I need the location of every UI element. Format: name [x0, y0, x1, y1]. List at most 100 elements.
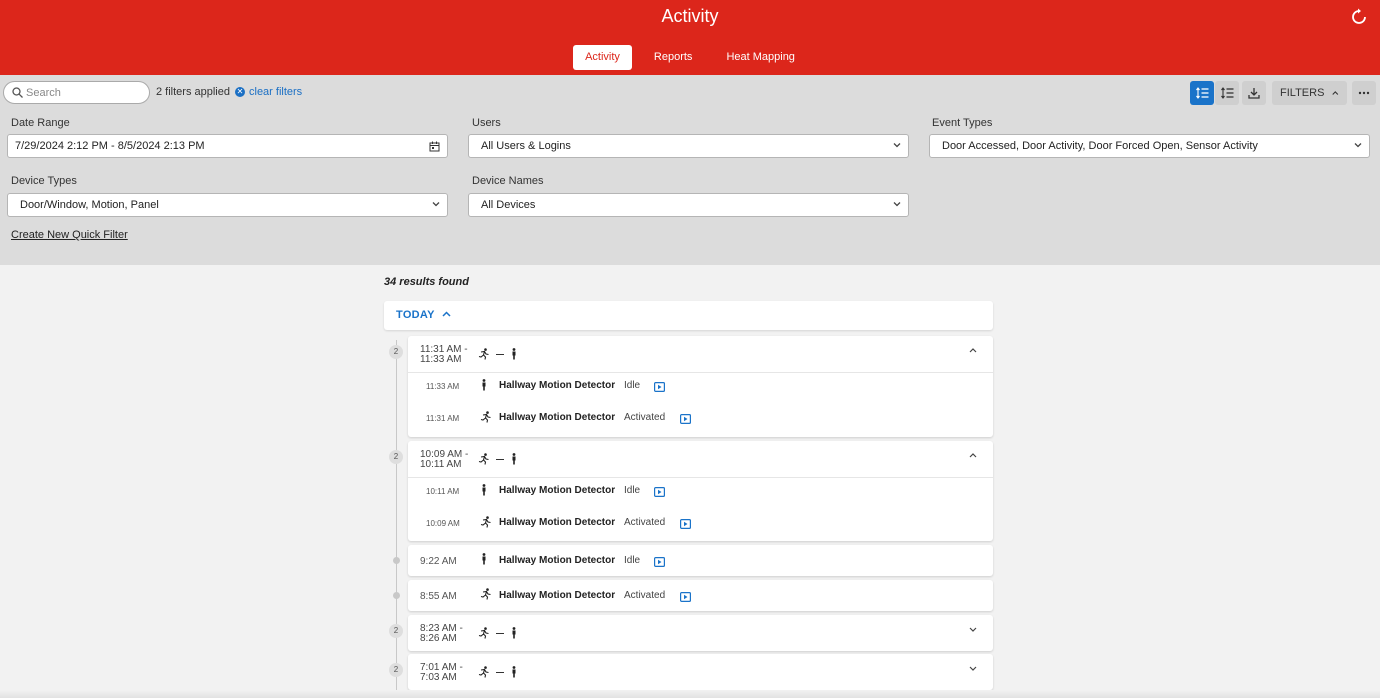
device-types-label: Device Types	[11, 175, 77, 187]
device-names-label: Device Names	[472, 175, 544, 187]
person-running-icon	[478, 453, 489, 465]
timeline-line	[396, 340, 397, 698]
group-count-badge: 2	[389, 663, 403, 677]
chevron-down-icon	[893, 202, 901, 207]
device-names-value: All Devices	[481, 199, 536, 211]
event-status: Idle	[624, 555, 641, 566]
event-row: 9:22 AM Hallway Motion Detector Idle	[408, 545, 993, 575]
device-name: Hallway Motion Detector	[499, 412, 616, 423]
event-group-header[interactable]: 11:31 AM - 11:33 AM	[408, 336, 993, 373]
users-select[interactable]: All Users & Logins	[468, 134, 909, 158]
event-row[interactable]: 10:11 AM Hallway Motion Detector Idle	[408, 478, 993, 508]
event-row[interactable]: 10:09 AM Hallway Motion Detector Activat…	[408, 510, 993, 540]
video-clip-icon[interactable]	[680, 592, 691, 602]
search-input[interactable]	[26, 85, 141, 101]
dash-separator	[496, 632, 504, 634]
calendar-icon	[429, 141, 440, 152]
today-label: TODAY	[396, 309, 435, 321]
more-icon	[1358, 91, 1370, 95]
group-time-range: 10:09 AM - 10:11 AM	[420, 450, 476, 470]
event-group-card: 10:09 AM - 10:11 AM 10:11 AM Hallway Mot…	[408, 441, 993, 541]
event-row: 8:55 AM Hallway Motion Detector Activate…	[408, 580, 993, 610]
chevron-up-icon	[969, 348, 977, 353]
device-name: Hallway Motion Detector	[499, 555, 616, 566]
device-name: Hallway Motion Detector	[499, 517, 616, 528]
group-time-end: 7:03 AM	[420, 672, 457, 683]
users-value: All Users & Logins	[481, 140, 571, 152]
date-range-field[interactable]: 7/29/2024 2:12 PM - 8/5/2024 2:13 PM	[7, 134, 448, 158]
event-group-header[interactable]: 10:09 AM - 10:11 AM	[408, 441, 993, 478]
event-card[interactable]: 8:55 AM Hallway Motion Detector Activate…	[408, 580, 993, 611]
event-types-value: Door Accessed, Door Activity, Door Force…	[942, 140, 1258, 152]
results-count: 34 results found	[384, 276, 469, 288]
video-clip-icon[interactable]	[680, 519, 691, 529]
person-standing-icon	[482, 553, 486, 565]
clear-filters-link[interactable]: ✕ clear filters	[235, 86, 302, 98]
timeline-dot	[393, 557, 400, 564]
dash-separator	[496, 353, 504, 355]
tab-heat-mapping[interactable]: Heat Mapping	[714, 45, 807, 70]
person-running-icon	[478, 348, 489, 360]
device-name: Hallway Motion Detector	[499, 485, 616, 496]
group-icons	[478, 453, 518, 465]
today-section-header[interactable]: TODAY	[384, 301, 993, 330]
event-time: 9:22 AM	[420, 556, 457, 567]
filters-button-label: FILTERS	[1280, 87, 1325, 99]
download-icon	[1248, 88, 1260, 99]
chevron-down-icon	[1354, 143, 1362, 148]
list-view-button[interactable]	[1190, 81, 1214, 105]
event-row[interactable]: 11:31 AM Hallway Motion Detector Activat…	[408, 405, 993, 435]
chevron-up-icon	[969, 453, 977, 458]
event-status: Activated	[624, 517, 666, 528]
event-group-card-collapsed[interactable]: 7:01 AM - 7:03 AM	[408, 654, 993, 690]
person-running-icon	[478, 627, 489, 639]
video-clip-icon[interactable]	[654, 382, 665, 392]
chevron-down-icon	[432, 202, 440, 207]
compact-view-icon	[1220, 87, 1233, 99]
event-time: 11:33 AM	[426, 382, 460, 391]
filters-toggle-button[interactable]: FILTERS	[1272, 81, 1347, 105]
event-group-card-collapsed[interactable]: 8:23 AM - 8:26 AM	[408, 615, 993, 651]
chevron-up-icon	[1332, 91, 1339, 95]
group-icons	[478, 627, 518, 639]
person-running-icon	[480, 588, 491, 600]
device-types-select[interactable]: Door/Window, Motion, Panel	[7, 193, 448, 217]
timeline-dot	[393, 592, 400, 599]
event-time: 10:09 AM	[426, 519, 460, 528]
group-count-badge: 2	[389, 624, 403, 638]
device-names-select[interactable]: All Devices	[468, 193, 909, 217]
event-group-card: 11:31 AM - 11:33 AM 11:33 AM Hallway Mot…	[408, 336, 993, 437]
group-time-end: 8:26 AM	[420, 633, 457, 644]
video-clip-icon[interactable]	[654, 557, 665, 567]
event-types-select[interactable]: Door Accessed, Door Activity, Door Force…	[929, 134, 1370, 158]
event-status: Activated	[624, 412, 666, 423]
main-tabs: Activity Reports Heat Mapping	[0, 45, 1380, 70]
filters-panel: Date Range 7/29/2024 2:12 PM - 8/5/2024 …	[0, 111, 1380, 265]
event-row[interactable]: 11:33 AM Hallway Motion Detector Idle	[408, 373, 993, 403]
video-clip-icon[interactable]	[654, 487, 665, 497]
tab-activity[interactable]: Activity	[573, 45, 632, 70]
chevron-down-icon	[969, 627, 977, 632]
group-time-end: 10:11 AM	[420, 459, 462, 470]
event-status: Activated	[624, 590, 666, 601]
users-label: Users	[472, 117, 501, 129]
create-quick-filter-link[interactable]: Create New Quick Filter	[11, 229, 128, 241]
person-standing-icon	[482, 379, 486, 391]
device-name: Hallway Motion Detector	[499, 590, 616, 601]
refresh-icon[interactable]	[1350, 8, 1368, 26]
video-clip-icon[interactable]	[680, 414, 691, 424]
page-title: Activity	[661, 6, 719, 26]
clear-filters-label: clear filters	[249, 86, 303, 98]
download-button[interactable]	[1242, 81, 1266, 105]
group-count-badge: 2	[389, 345, 403, 359]
event-card[interactable]: 9:22 AM Hallway Motion Detector Idle	[408, 545, 993, 576]
more-options-button[interactable]	[1352, 81, 1376, 105]
person-running-icon	[478, 666, 489, 678]
compact-view-button[interactable]	[1215, 81, 1239, 105]
tab-reports[interactable]: Reports	[642, 45, 705, 70]
person-standing-icon	[512, 348, 516, 360]
group-icons	[478, 348, 518, 360]
person-standing-icon	[512, 627, 516, 639]
person-standing-icon	[512, 453, 516, 465]
person-running-icon	[480, 516, 491, 528]
